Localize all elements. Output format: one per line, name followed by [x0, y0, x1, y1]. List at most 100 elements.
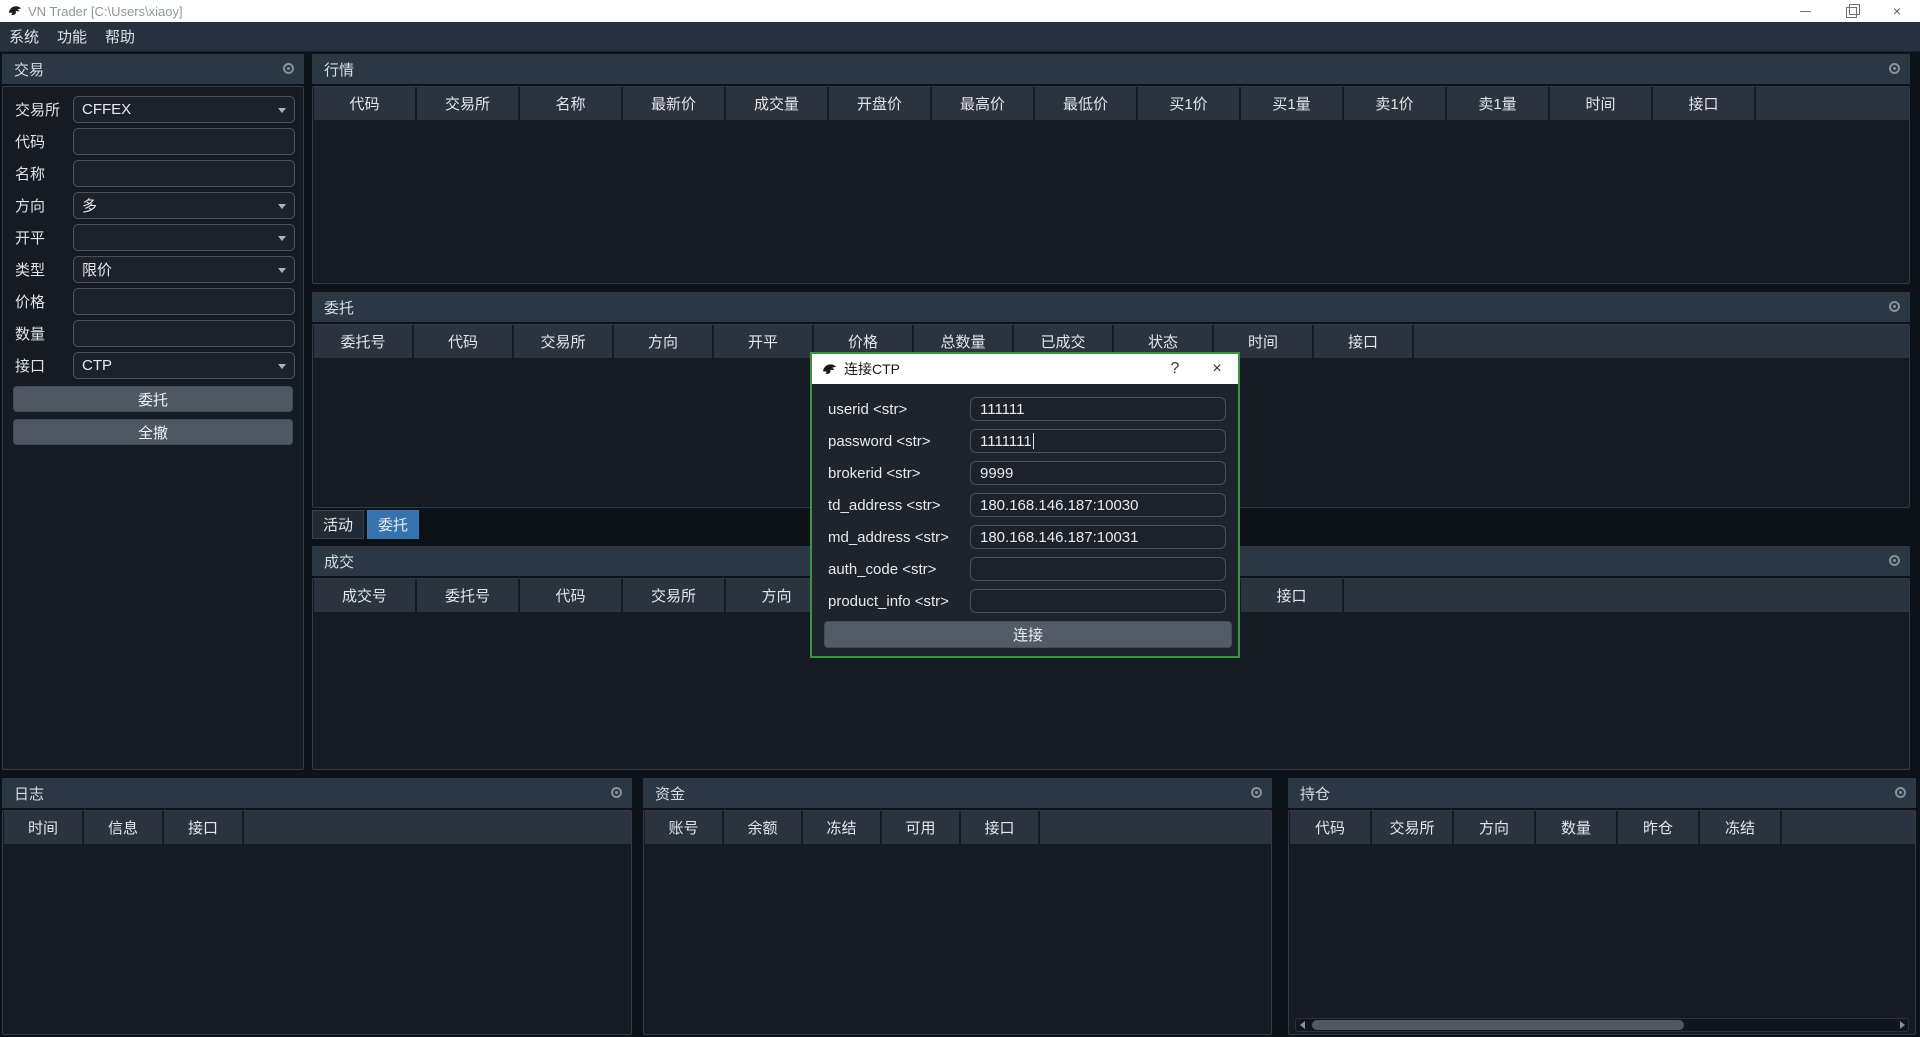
- column-header[interactable]: 接口: [1314, 325, 1412, 358]
- close-button[interactable]: ×: [1874, 0, 1920, 22]
- gateway-select[interactable]: CTP: [73, 352, 295, 379]
- scrollbar-thumb[interactable]: [1312, 1020, 1684, 1030]
- column-header[interactable]: 信息: [84, 811, 162, 844]
- column-header[interactable]: 时间: [1550, 87, 1651, 120]
- column-header-stretch: [1782, 811, 1915, 844]
- float-icon[interactable]: [1251, 787, 1262, 798]
- column-header[interactable]: 方向: [614, 325, 712, 358]
- name-label: 名称: [15, 163, 73, 184]
- column-header[interactable]: 冻结: [1700, 811, 1780, 844]
- userid-input[interactable]: 111111: [970, 397, 1226, 421]
- float-icon[interactable]: [1895, 787, 1906, 798]
- float-icon[interactable]: [1889, 555, 1900, 566]
- column-header[interactable]: 可用: [882, 811, 959, 844]
- price-type-select[interactable]: 限价: [73, 256, 295, 283]
- column-header[interactable]: 方向: [1454, 811, 1534, 844]
- volume-input[interactable]: [73, 320, 295, 347]
- price-type-row: 类型限价: [15, 256, 295, 283]
- column-header[interactable]: 时间: [4, 811, 82, 844]
- column-header[interactable]: 昨仓: [1618, 811, 1698, 844]
- submit-order-button[interactable]: 委托: [13, 386, 293, 412]
- price-label: 价格: [15, 291, 73, 312]
- price-input[interactable]: [73, 288, 295, 315]
- column-header[interactable]: 接口: [1241, 579, 1342, 612]
- column-header-stretch: [1414, 325, 1909, 358]
- tab-活动[interactable]: 活动: [312, 510, 364, 539]
- symbol-input[interactable]: [73, 128, 295, 155]
- column-header[interactable]: 代码: [414, 325, 512, 358]
- auth-code-input[interactable]: [970, 557, 1226, 581]
- log-panel: 时间信息接口: [2, 810, 632, 1035]
- column-header[interactable]: 卖1量: [1447, 87, 1548, 120]
- gateway-label: 接口: [15, 355, 73, 376]
- column-header[interactable]: 开盘价: [829, 87, 930, 120]
- horizontal-scrollbar[interactable]: [1295, 1018, 1909, 1032]
- column-header[interactable]: 余额: [724, 811, 801, 844]
- connect-button[interactable]: 连接: [824, 621, 1232, 648]
- menu-item-2[interactable]: 帮助: [96, 22, 144, 52]
- column-header[interactable]: 接口: [164, 811, 242, 844]
- offset-select[interactable]: [73, 224, 295, 251]
- column-header[interactable]: 接口: [961, 811, 1038, 844]
- column-header[interactable]: 委托号: [417, 579, 518, 612]
- product-info-input[interactable]: [970, 589, 1226, 613]
- column-header[interactable]: 委托号: [314, 325, 412, 358]
- brokerid-label: brokerid <str>: [828, 465, 970, 482]
- md-address-input[interactable]: 180.168.146.187:10031: [970, 525, 1226, 549]
- column-header[interactable]: 成交号: [314, 579, 415, 612]
- column-header[interactable]: 交易所: [514, 325, 612, 358]
- column-header[interactable]: 交易所: [623, 579, 724, 612]
- dialog-close-button[interactable]: ×: [1196, 354, 1238, 384]
- scrollbar-track[interactable]: [1308, 1019, 1896, 1031]
- log-table-header: 时间信息接口: [3, 811, 631, 844]
- float-icon[interactable]: [283, 63, 294, 74]
- brokerid-input[interactable]: 9999: [970, 461, 1226, 485]
- column-header[interactable]: 卖1价: [1344, 87, 1445, 120]
- positions-panel-title: 持仓: [1288, 778, 1916, 808]
- account-panel-title-label: 资金: [655, 783, 685, 804]
- column-header[interactable]: 买1量: [1241, 87, 1342, 120]
- log-panel-title: 日志: [2, 778, 632, 808]
- td-address-label: td_address <str>: [828, 497, 970, 514]
- menu-item-0[interactable]: 系统: [0, 22, 48, 52]
- direction-select[interactable]: 多: [73, 192, 295, 219]
- name-input[interactable]: [73, 160, 295, 187]
- cancel-all-button[interactable]: 全撤: [13, 419, 293, 445]
- column-header[interactable]: 数量: [1536, 811, 1616, 844]
- float-icon[interactable]: [1889, 301, 1900, 312]
- column-header[interactable]: 买1价: [1138, 87, 1239, 120]
- column-header[interactable]: 最新价: [623, 87, 724, 120]
- td-address-input[interactable]: 180.168.146.187:10030: [970, 493, 1226, 517]
- scroll-right-button[interactable]: [1896, 1019, 1908, 1031]
- float-icon[interactable]: [611, 787, 622, 798]
- column-header[interactable]: 接口: [1653, 87, 1754, 120]
- column-header[interactable]: 代码: [1290, 811, 1370, 844]
- dialog-title: 连接CTP: [844, 359, 1154, 379]
- column-header[interactable]: 冻结: [803, 811, 880, 844]
- td-address-row: td_address <str>180.168.146.187:10030: [828, 493, 1226, 517]
- column-header[interactable]: 代码: [314, 87, 415, 120]
- column-header[interactable]: 成交量: [726, 87, 827, 120]
- column-header[interactable]: 名称: [520, 87, 621, 120]
- tab-委托[interactable]: 委托: [367, 510, 419, 539]
- float-icon[interactable]: [1889, 63, 1900, 74]
- exchange-select[interactable]: CFFEX: [73, 96, 295, 123]
- password-label: password <str>: [828, 433, 970, 450]
- column-header[interactable]: 交易所: [417, 87, 518, 120]
- column-header[interactable]: 代码: [520, 579, 621, 612]
- restore-button[interactable]: [1828, 0, 1874, 22]
- column-header[interactable]: 最低价: [1035, 87, 1136, 120]
- dialog-help-button[interactable]: ?: [1154, 354, 1196, 384]
- column-header[interactable]: 交易所: [1372, 811, 1452, 844]
- userid-row: userid <str>111111: [828, 397, 1226, 421]
- scroll-left-button[interactable]: [1296, 1019, 1308, 1031]
- market-panel-title-label: 行情: [324, 59, 354, 80]
- column-header[interactable]: 最高价: [932, 87, 1033, 120]
- column-header[interactable]: 开平: [714, 325, 812, 358]
- column-header[interactable]: 账号: [645, 811, 722, 844]
- close-icon: ×: [1893, 4, 1901, 18]
- minimize-button[interactable]: [1782, 0, 1828, 22]
- menu-item-1[interactable]: 功能: [48, 22, 96, 52]
- password-input[interactable]: 1111111: [970, 429, 1226, 453]
- exchange-row: 交易所CFFEX: [15, 96, 295, 123]
